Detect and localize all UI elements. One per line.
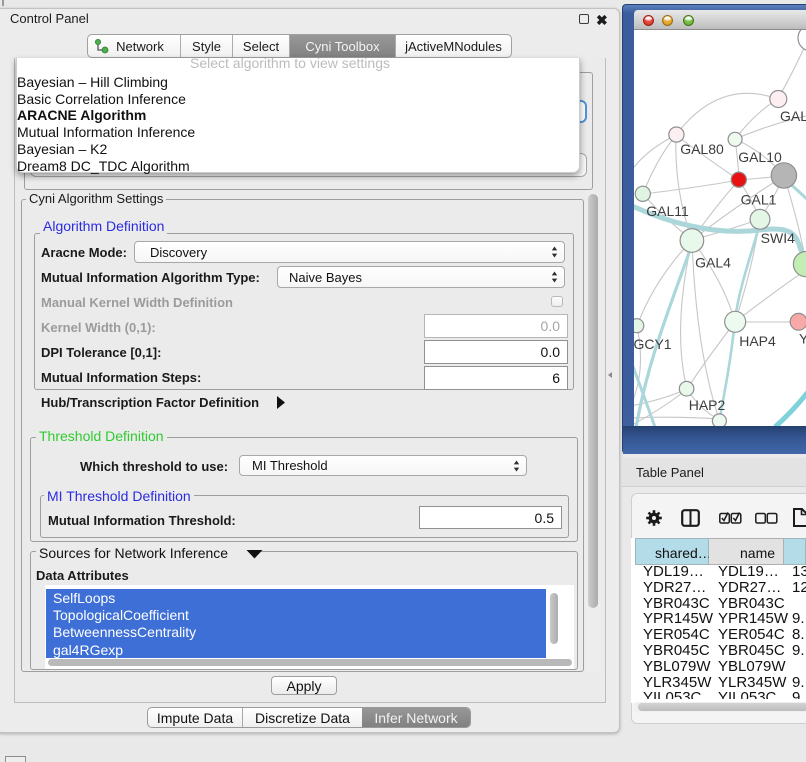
svg-text:HAP4: HAP4 [739, 333, 776, 349]
svg-text:HAP2: HAP2 [689, 397, 726, 413]
svg-text:GAL: GAL [780, 108, 806, 124]
svg-text:Y: Y [799, 330, 806, 346]
svg-text:GAL80: GAL80 [680, 141, 724, 157]
svg-text:GCY1: GCY1 [634, 336, 672, 352]
svg-text:SWI4: SWI4 [761, 230, 795, 246]
svg-text:GAL1: GAL1 [741, 192, 777, 208]
svg-text:GAL4: GAL4 [695, 254, 731, 270]
svg-text:GAL10: GAL10 [738, 149, 782, 165]
svg-text:GAL11: GAL11 [646, 203, 689, 219]
